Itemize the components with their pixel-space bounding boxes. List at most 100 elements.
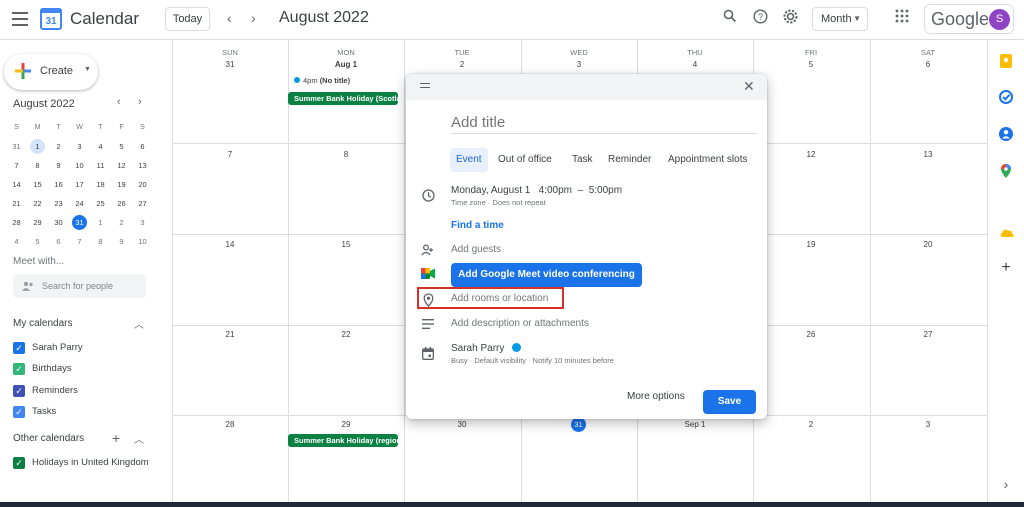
mini-day[interactable]: 5: [111, 137, 132, 156]
day-number[interactable]: 31: [172, 60, 288, 69]
mini-day[interactable]: 31: [6, 137, 27, 156]
add-icon[interactable]: +: [999, 260, 1013, 276]
tab-out-of-office[interactable]: Out of office: [492, 148, 558, 172]
mini-day[interactable]: 5: [27, 232, 48, 251]
mini-day[interactable]: 25: [90, 194, 111, 213]
mini-day[interactable]: 16: [48, 175, 69, 194]
day-number[interactable]: 12: [753, 150, 869, 159]
checkbox-checked[interactable]: ✓: [13, 363, 25, 375]
mini-day[interactable]: 28: [6, 213, 27, 232]
mini-day[interactable]: 17: [69, 175, 90, 194]
checkbox-checked[interactable]: ✓: [13, 406, 25, 418]
day-number[interactable]: Aug 1: [288, 60, 404, 69]
tab-event[interactable]: Event: [450, 148, 488, 172]
mini-day[interactable]: 1: [90, 213, 111, 232]
day-number[interactable]: 15: [288, 240, 404, 249]
day-number[interactable]: 2: [753, 420, 869, 429]
day-number[interactable]: 6: [870, 60, 986, 69]
contacts-icon[interactable]: [999, 127, 1013, 141]
close-icon[interactable]: ✕: [743, 78, 755, 95]
search-people-input[interactable]: Search for people: [13, 274, 146, 298]
collapse-my-calendars-icon[interactable]: ︿: [134, 316, 144, 331]
checkbox-checked[interactable]: ✓: [13, 457, 25, 469]
tasks-icon[interactable]: [999, 90, 1013, 104]
mini-day[interactable]: 2: [48, 137, 69, 156]
mini-day-today[interactable]: 31: [69, 213, 90, 232]
mini-day[interactable]: 7: [69, 232, 90, 251]
day-number[interactable]: 2: [404, 60, 520, 69]
mini-day[interactable]: 21: [6, 194, 27, 213]
checkbox-checked[interactable]: ✓: [13, 385, 25, 397]
drag-handle-icon[interactable]: [420, 83, 430, 91]
my-calendars-heading[interactable]: My calendars: [13, 318, 72, 329]
mini-prev-month-button[interactable]: ‹: [117, 96, 121, 108]
mini-day[interactable]: 10: [132, 232, 153, 251]
other-calendars-heading[interactable]: Other calendars: [13, 433, 84, 444]
mini-day[interactable]: 3: [69, 137, 90, 156]
day-number[interactable]: 3: [521, 60, 637, 69]
mini-day[interactable]: 3: [132, 213, 153, 232]
mini-day[interactable]: 8: [90, 232, 111, 251]
tab-appointment-slots[interactable]: Appointment slots: [662, 148, 754, 172]
tab-task[interactable]: Task: [566, 148, 599, 172]
holiday-event-chip[interactable]: Summer Bank Holiday (Scotland): [288, 92, 398, 105]
account-switcher[interactable]: Google S: [924, 4, 1014, 34]
menu-icon[interactable]: [12, 12, 28, 26]
mini-day[interactable]: 4: [6, 232, 27, 251]
mini-day[interactable]: 8: [27, 156, 48, 175]
day-number[interactable]: 28: [172, 420, 288, 429]
create-button[interactable]: Create ▼: [4, 54, 98, 90]
mini-day[interactable]: 19: [111, 175, 132, 194]
add-other-calendar-icon[interactable]: +: [112, 430, 120, 446]
mini-day[interactable]: 20: [132, 175, 153, 194]
apps-icon[interactable]: [892, 9, 912, 29]
mini-day[interactable]: 6: [48, 232, 69, 251]
view-selector[interactable]: Month ▼: [812, 7, 868, 31]
save-button[interactable]: Save: [703, 390, 756, 414]
day-number[interactable]: 22: [288, 330, 404, 339]
day-number[interactable]: 30: [404, 420, 520, 429]
day-number[interactable]: 14: [172, 240, 288, 249]
day-number[interactable]: 29: [288, 420, 404, 429]
day-number[interactable]: 19: [753, 240, 869, 249]
day-number[interactable]: 7: [172, 150, 288, 159]
tab-reminder[interactable]: Reminder: [602, 148, 657, 172]
dialog-header[interactable]: ✕: [406, 74, 767, 100]
mini-day[interactable]: 4: [90, 137, 111, 156]
event-datetime[interactable]: Monday, August 1 4:00pm – 5:00pm: [451, 185, 622, 196]
mini-day[interactable]: 18: [90, 175, 111, 194]
mini-day[interactable]: 29: [27, 213, 48, 232]
checkbox-checked[interactable]: ✓: [13, 342, 25, 354]
day-number[interactable]: 27: [870, 330, 986, 339]
avatar[interactable]: S: [989, 9, 1010, 30]
calendar-color-dot[interactable]: [512, 343, 522, 352]
day-number-today[interactable]: 31: [571, 417, 586, 432]
mini-day[interactable]: 6: [132, 137, 153, 156]
day-number[interactable]: Sep 1: [637, 420, 753, 429]
mini-day[interactable]: 10: [69, 156, 90, 175]
day-number[interactable]: 21: [172, 330, 288, 339]
mini-day[interactable]: 12: [111, 156, 132, 175]
mini-day[interactable]: 15: [27, 175, 48, 194]
collapse-other-calendars-icon[interactable]: ︿: [134, 431, 144, 446]
mini-day[interactable]: 13: [132, 156, 153, 175]
mini-day[interactable]: 11: [90, 156, 111, 175]
add-guests-input[interactable]: Add guests: [451, 244, 501, 255]
day-number[interactable]: 26: [753, 330, 869, 339]
mini-day[interactable]: 23: [48, 194, 69, 213]
mini-day[interactable]: 27: [132, 194, 153, 213]
day-number[interactable]: 4: [637, 60, 753, 69]
find-a-time-link[interactable]: Find a time: [451, 220, 504, 231]
event-settings-line[interactable]: Busy · Default visibility · Notify 10 mi…: [451, 356, 614, 365]
more-options-button[interactable]: More options: [627, 391, 685, 402]
holiday-event-chip[interactable]: Summer Bank Holiday (regional holiday): [288, 434, 398, 447]
day-number[interactable]: 20: [870, 240, 986, 249]
prev-period-button[interactable]: ‹: [227, 10, 232, 26]
search-icon[interactable]: [720, 9, 740, 29]
settings-icon[interactable]: [780, 9, 800, 29]
next-period-button[interactable]: ›: [251, 10, 256, 26]
mini-day[interactable]: 9: [111, 232, 132, 251]
day-number[interactable]: 8: [288, 150, 404, 159]
add-meet-conferencing-button[interactable]: Add Google Meet video conferencing: [451, 263, 642, 287]
location-input[interactable]: Add rooms or location: [451, 293, 548, 304]
